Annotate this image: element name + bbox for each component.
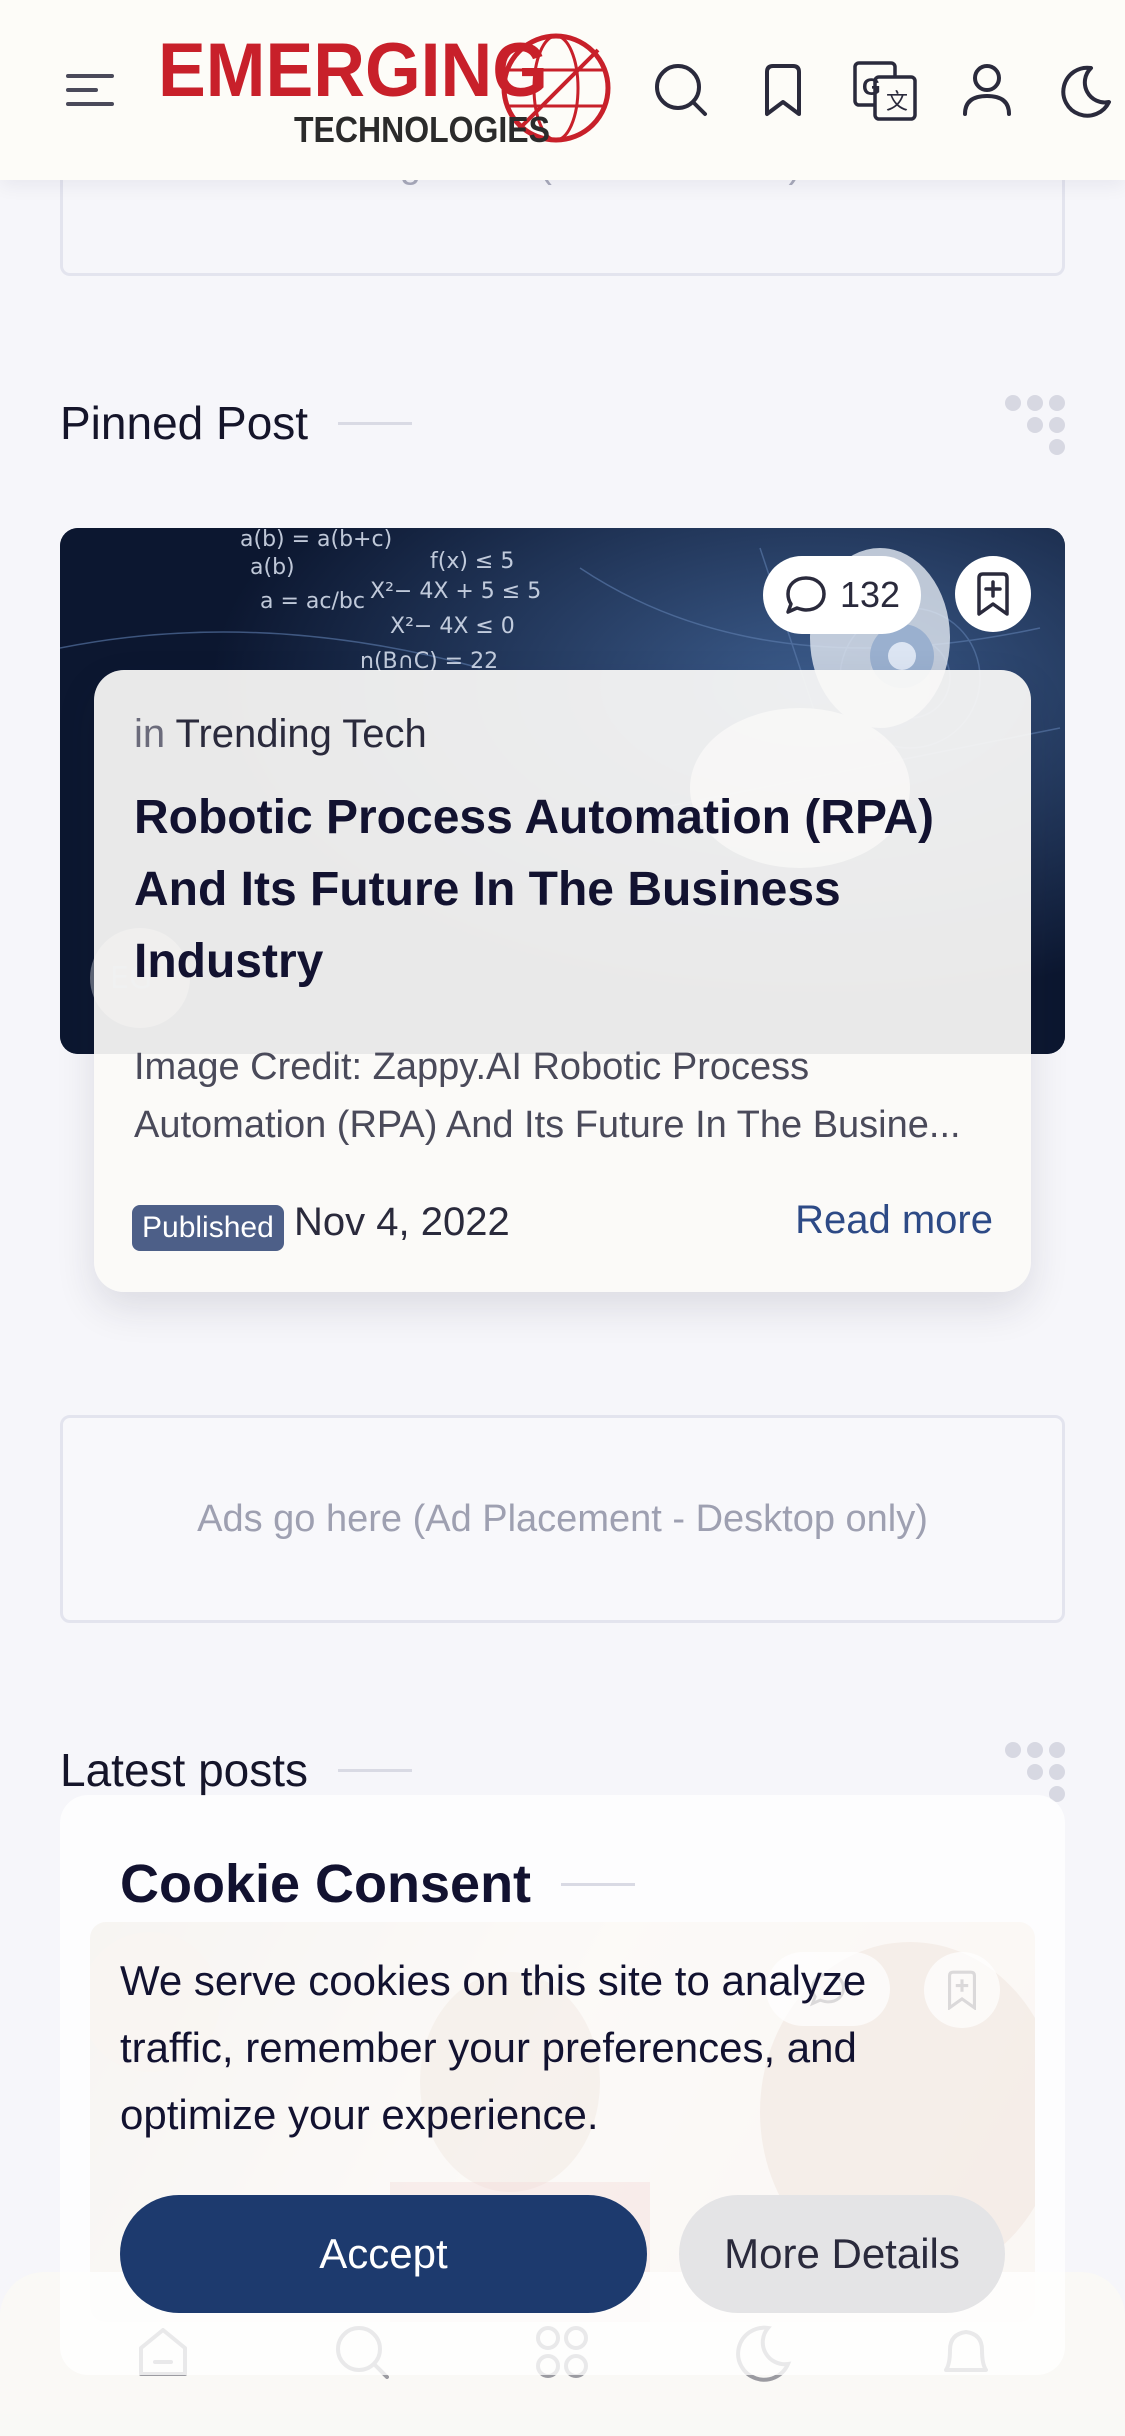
category-prefix: in bbox=[134, 712, 166, 756]
translate-icon[interactable]: G 文 bbox=[850, 55, 920, 125]
bookmark-icon[interactable] bbox=[748, 55, 818, 125]
site-logo[interactable]: EMERGING TECHNOLOGIES bbox=[158, 28, 620, 150]
status-badge: Published bbox=[132, 1205, 284, 1251]
logo-text-technologies: TECHNOLOGIES bbox=[294, 109, 550, 150]
svg-text:文: 文 bbox=[886, 89, 908, 114]
search-icon[interactable] bbox=[646, 55, 716, 125]
img-formula: X²− 4X ≤ 0 bbox=[390, 614, 515, 639]
dots-decoration-icon bbox=[1005, 395, 1065, 455]
title-divider bbox=[561, 1882, 636, 1886]
logo-text-emerging: EMERGING bbox=[158, 30, 548, 113]
img-formula: a(b) = a(b+c) bbox=[240, 528, 392, 552]
ad-placement-middle: Ads go here (Ad Placement - Desktop only… bbox=[60, 1415, 1065, 1623]
cookie-text: We serve cookies on this site to analyze… bbox=[120, 1957, 867, 2138]
menu-icon[interactable] bbox=[55, 55, 125, 125]
user-icon[interactable] bbox=[952, 55, 1022, 125]
top-header: EMERGING TECHNOLOGIES G 文 bbox=[0, 0, 1125, 180]
post-title[interactable]: Robotic Process Automation (RPA) And Its… bbox=[134, 782, 994, 998]
post-category[interactable]: in Trending Tech bbox=[134, 712, 427, 757]
img-formula: f(x) ≤ 5 bbox=[430, 549, 514, 574]
cookie-title: Cookie Consent bbox=[120, 1853, 636, 1915]
post-excerpt: Image Credit: Zappy.AI Robotic Process A… bbox=[134, 1046, 961, 1146]
read-more-link[interactable]: Read more bbox=[795, 1198, 993, 1243]
section-title-text: Latest posts bbox=[60, 1744, 309, 1796]
cookie-consent-dialog: Cookie Consent We serve cookies on this … bbox=[60, 1795, 1065, 2375]
pinned-post-card[interactable]: in Trending Tech Robotic Process Automat… bbox=[94, 670, 1031, 1292]
comment-icon bbox=[786, 576, 826, 614]
more-details-button[interactable]: More Details bbox=[679, 2195, 1005, 2313]
accept-button[interactable]: Accept bbox=[120, 2195, 647, 2313]
img-formula: X²− 4X + 5 ≤ 5 bbox=[370, 579, 541, 604]
section-title-text: Pinned Post bbox=[60, 397, 309, 449]
title-divider bbox=[338, 421, 413, 425]
comments-pill[interactable]: 132 bbox=[763, 556, 921, 634]
moon-icon[interactable] bbox=[1050, 55, 1120, 125]
category-link[interactable]: Trending Tech bbox=[176, 712, 427, 756]
svg-text:G: G bbox=[862, 74, 881, 101]
post-date: Nov 4, 2022 bbox=[294, 1200, 510, 1244]
bookmark-add-icon bbox=[977, 572, 1009, 616]
img-formula: a = ac/bc bbox=[260, 589, 365, 614]
dots-decoration-icon bbox=[1005, 1742, 1065, 1802]
img-formula: a(b) bbox=[250, 555, 295, 580]
pinned-post-heading: Pinned Post bbox=[60, 396, 413, 450]
comment-count: 132 bbox=[839, 574, 901, 615]
cookie-title-text: Cookie Consent bbox=[120, 1854, 532, 1914]
latest-posts-heading: Latest posts bbox=[60, 1743, 413, 1797]
bookmark-add-button[interactable] bbox=[955, 556, 1031, 632]
ad-text: Ads go here (Ad Placement - Desktop only… bbox=[197, 1497, 928, 1540]
title-divider bbox=[338, 1768, 413, 1772]
